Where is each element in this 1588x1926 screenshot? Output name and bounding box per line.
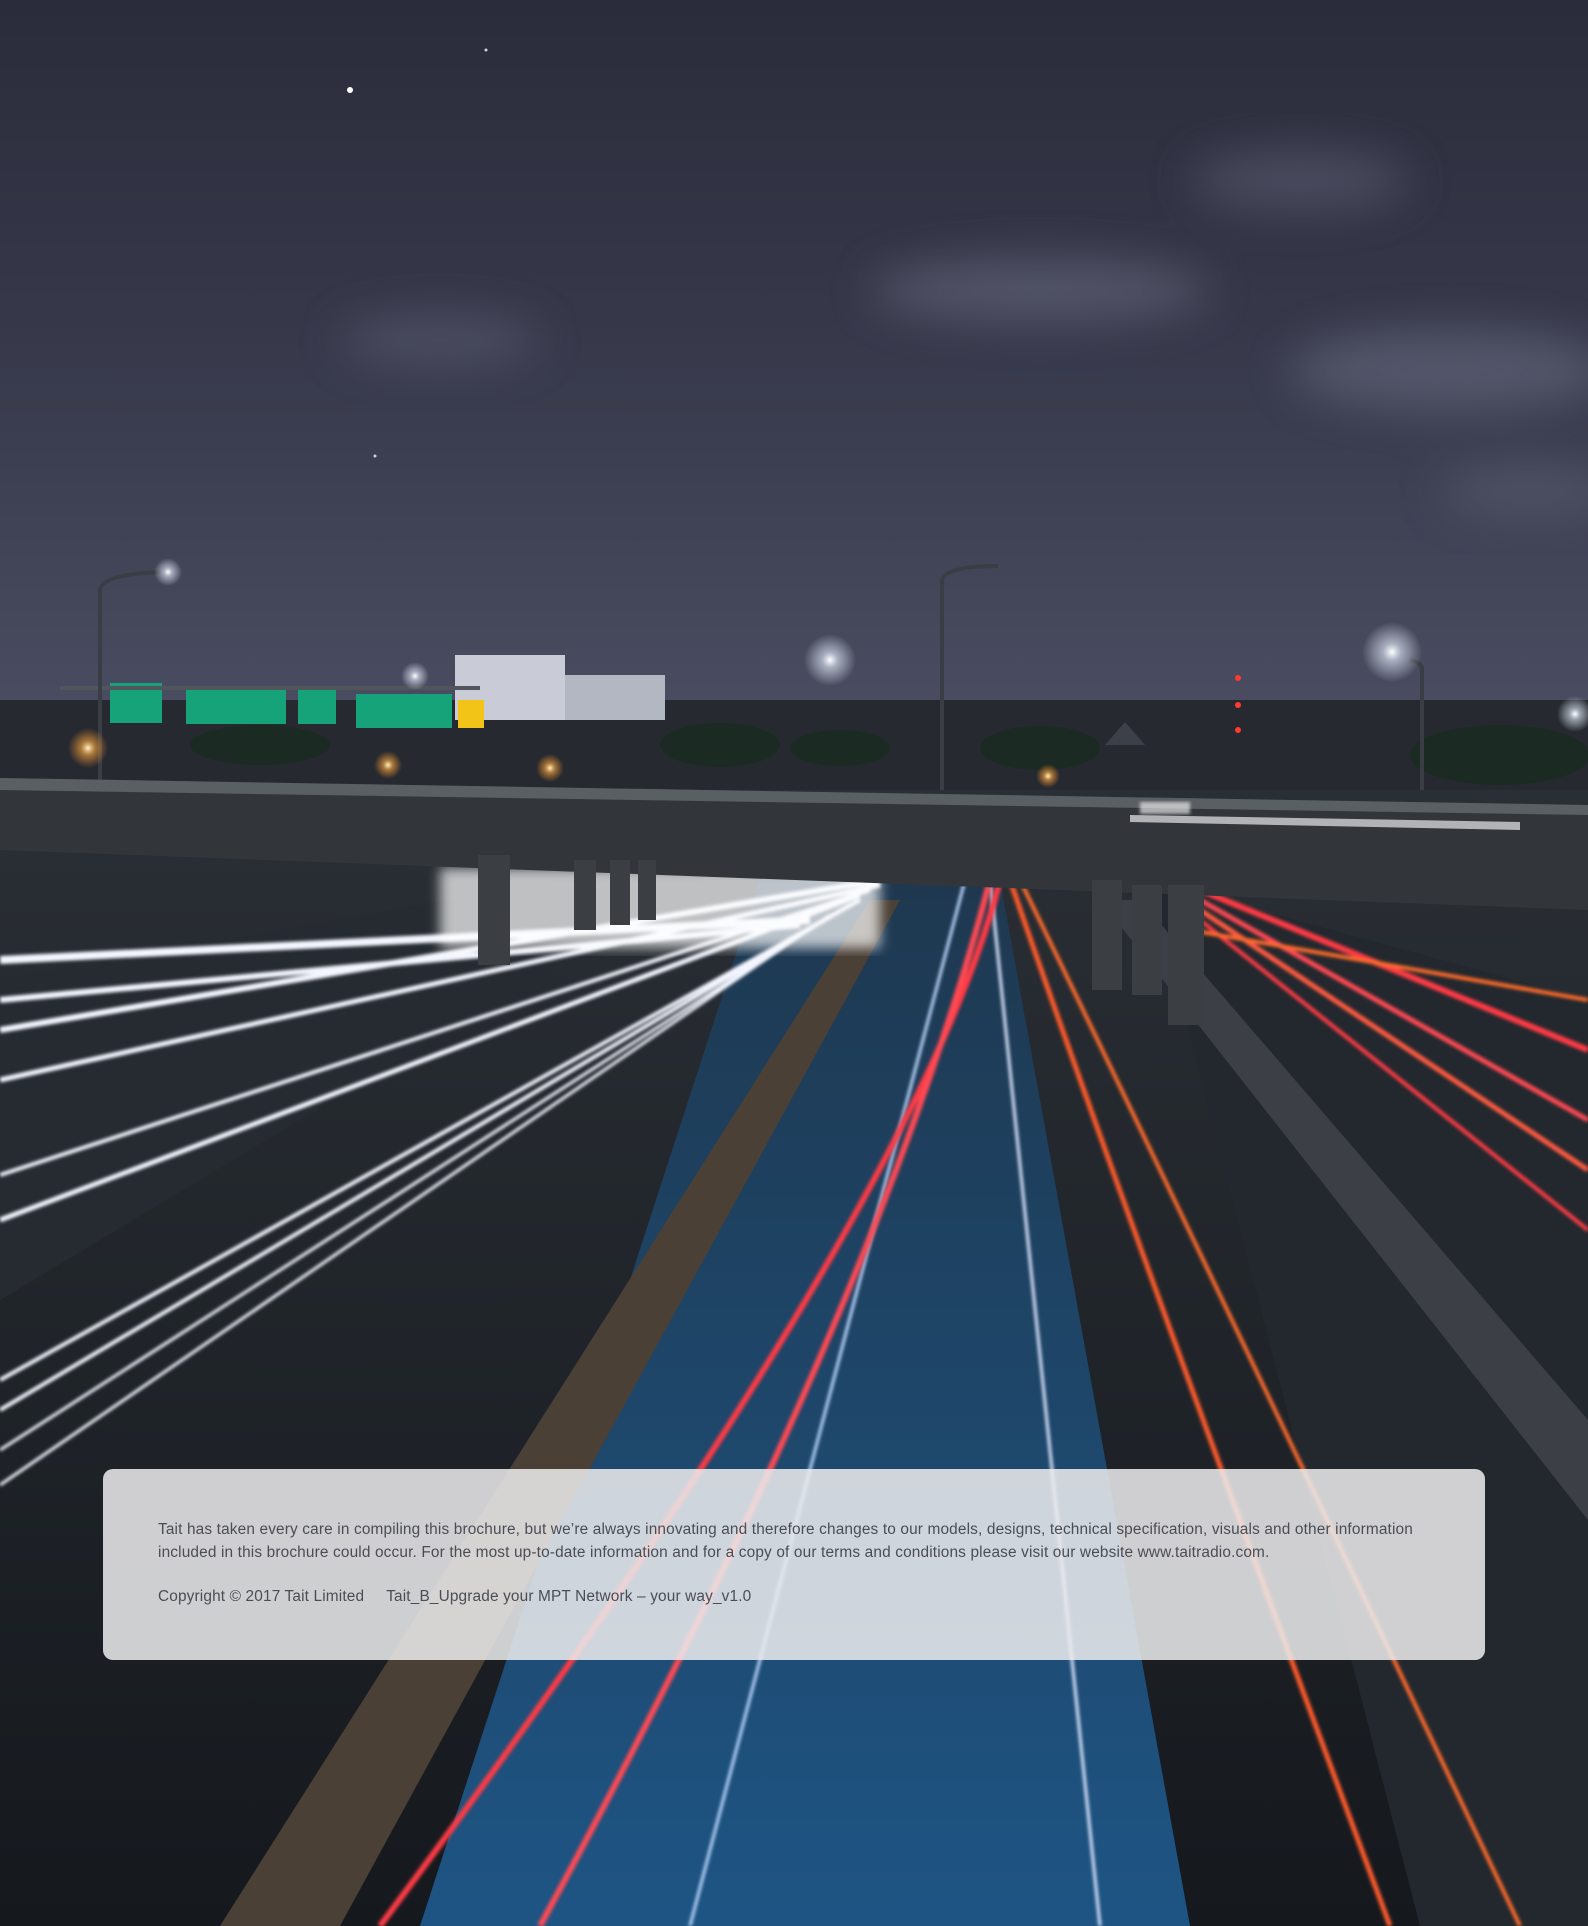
document-id: Tait_B_Upgrade your MPT Network – your w… <box>386 1588 752 1605</box>
disclaimer-panel: Tait has taken every care in compiling t… <box>103 1469 1485 1660</box>
brochure-back-page: Tait has taken every care in compiling t… <box>0 0 1588 1926</box>
highway-signs <box>60 683 484 728</box>
copyright-notice: Copyright © 2017 Tait Limited <box>158 1588 365 1605</box>
star <box>347 87 353 93</box>
footer-line: Copyright © 2017 Tait Limited Tait_B_Upgr… <box>158 1586 1429 1609</box>
disclaimer-text: Tait has taken every care in compiling t… <box>158 1521 1413 1561</box>
